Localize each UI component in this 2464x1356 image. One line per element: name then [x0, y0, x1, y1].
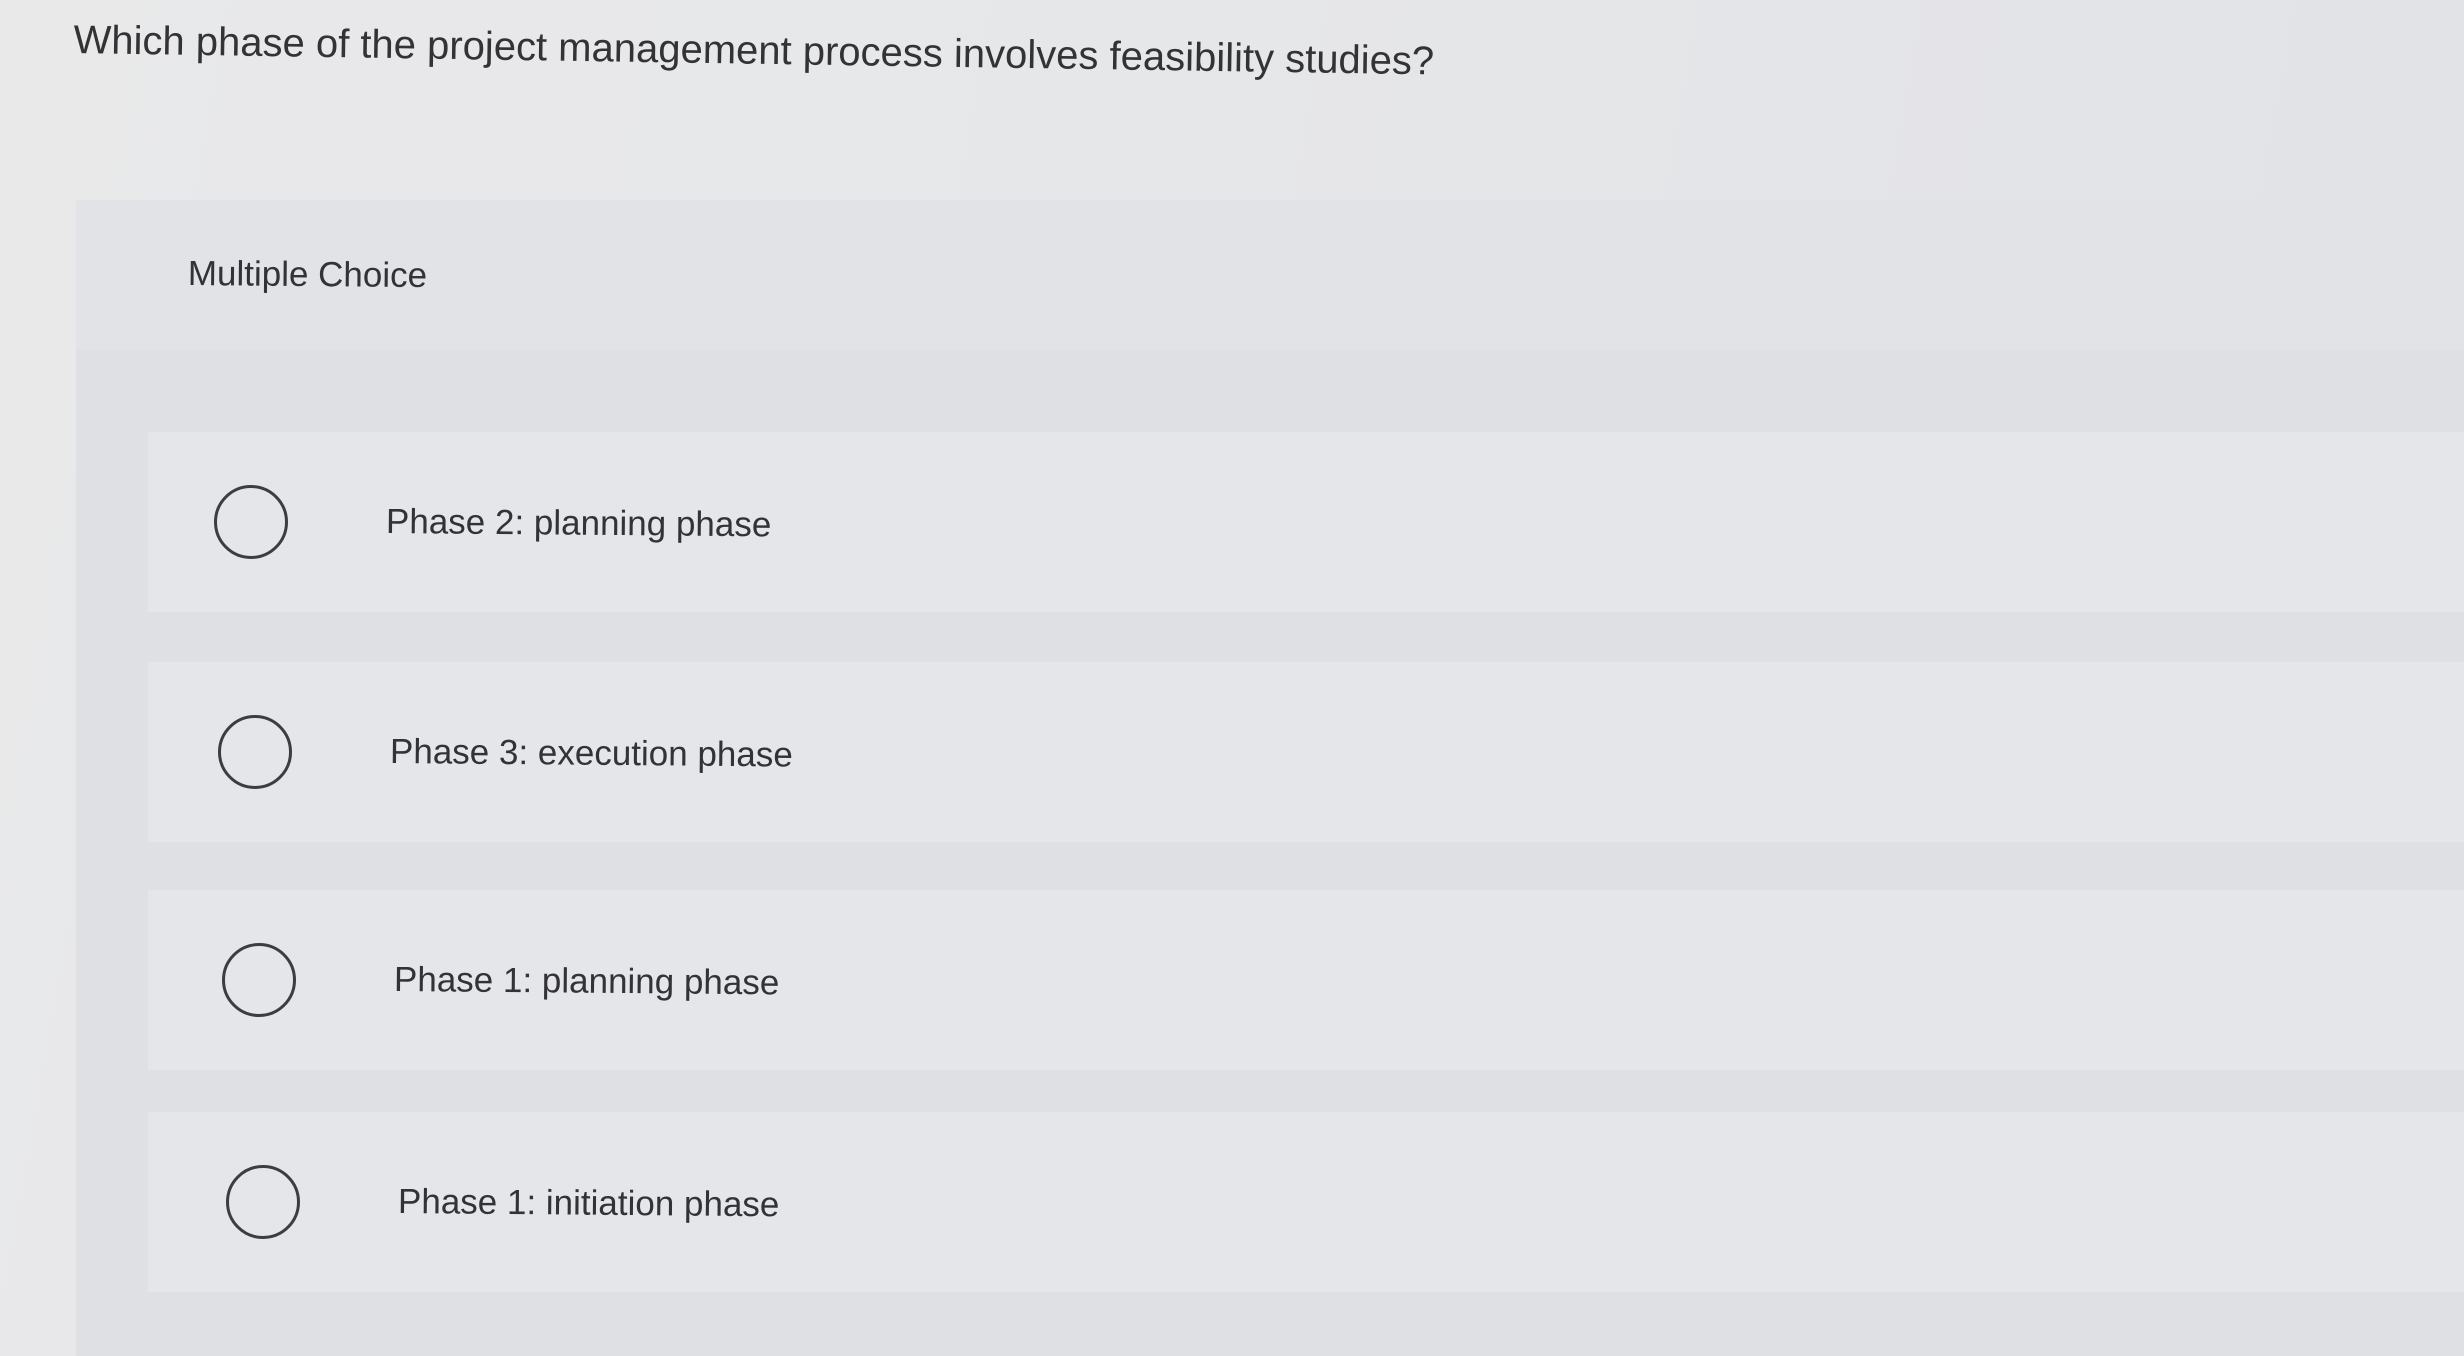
answer-option-label: Phase 3: execution phase — [389, 732, 793, 775]
radio-button-icon[interactable] — [222, 943, 296, 1017]
multiple-choice-panel: Multiple Choice Phase 2: planning phase … — [76, 200, 2464, 1356]
answer-option-4[interactable]: Phase 1: initiation phase — [148, 1112, 2464, 1292]
multiple-choice-header: Multiple Choice — [76, 200, 2464, 350]
answer-option-3[interactable]: Phase 1: planning phase — [148, 890, 2464, 1070]
answer-option-2[interactable]: Phase 3: execution phase — [148, 662, 2464, 842]
answer-option-label: Phase 1: initiation phase — [397, 1182, 780, 1225]
radio-button-icon[interactable] — [218, 715, 292, 789]
answer-option-label: Phase 1: planning phase — [393, 960, 780, 1003]
radio-button-icon[interactable] — [214, 485, 288, 559]
answer-option-1[interactable]: Phase 2: planning phase — [148, 432, 2464, 612]
question-text: Which phase of the project management pr… — [73, 17, 1435, 84]
radio-button-icon[interactable] — [226, 1165, 300, 1239]
question-type-label: Multiple Choice — [187, 253, 428, 296]
answer-option-label: Phase 2: planning phase — [385, 502, 772, 545]
